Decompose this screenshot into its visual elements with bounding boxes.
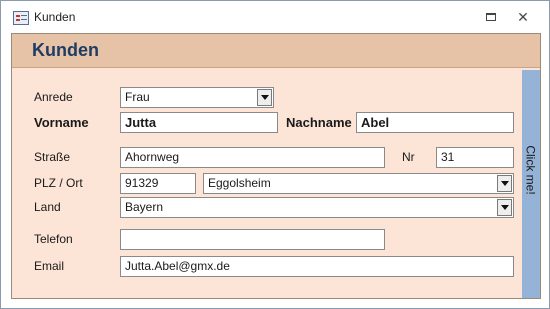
ort-dropdown-button[interactable] — [497, 175, 512, 192]
anrede-combobox[interactable]: Frau — [120, 87, 274, 108]
vorname-field[interactable]: Jutta — [120, 112, 278, 133]
land-label: Land — [34, 200, 61, 214]
title-bar: Kunden ✕ — [1, 1, 549, 33]
dropdown-arrow-icon — [500, 181, 509, 186]
land-combobox[interactable]: Bayern — [120, 197, 514, 218]
form-body: Kunden Click me! Anrede Frau Vorname Jut… — [11, 33, 541, 299]
close-button[interactable]: ✕ — [513, 8, 533, 26]
form-title: Kunden — [32, 40, 99, 60]
land-dropdown-button[interactable] — [497, 199, 512, 216]
strasse-field[interactable]: Ahornweg — [120, 147, 385, 168]
dropdown-arrow-icon — [260, 95, 269, 100]
strasse-label: Straße — [34, 150, 71, 164]
anrede-dropdown-button[interactable] — [257, 89, 272, 106]
plz-field[interactable]: 91329 — [120, 173, 196, 194]
email-field[interactable]: Jutta.Abel@gmx.de — [120, 256, 514, 277]
anrede-label: Anrede — [34, 90, 73, 104]
dropdown-arrow-icon — [500, 205, 509, 210]
close-icon: ✕ — [517, 9, 529, 25]
ort-combobox[interactable]: Eggolsheim — [203, 173, 514, 194]
nr-field[interactable]: 31 — [436, 147, 514, 168]
form-header: Kunden — [12, 34, 540, 68]
restore-icon — [486, 13, 496, 21]
email-label: Email — [34, 259, 65, 273]
telefon-field[interactable] — [120, 229, 385, 250]
vorname-label: Vorname — [34, 115, 89, 130]
form-icon — [13, 11, 29, 25]
land-value: Bayern — [125, 200, 164, 214]
restore-button[interactable] — [481, 8, 501, 26]
telefon-label: Telefon — [34, 232, 73, 246]
plz-ort-label: PLZ / Ort — [34, 176, 83, 190]
click-me-label: Click me! — [524, 145, 538, 195]
nachname-field[interactable]: Abel — [356, 112, 514, 133]
window-title: Kunden — [34, 10, 76, 24]
nachname-label: Nachname — [286, 115, 352, 130]
access-form-window: Kunden ✕ Kunden Click me! Anrede Frau Vo… — [0, 0, 550, 309]
anrede-value: Frau — [125, 90, 150, 104]
nr-label: Nr — [402, 150, 415, 164]
click-me-button[interactable]: Click me! — [522, 70, 540, 298]
ort-value: Eggolsheim — [208, 176, 271, 190]
